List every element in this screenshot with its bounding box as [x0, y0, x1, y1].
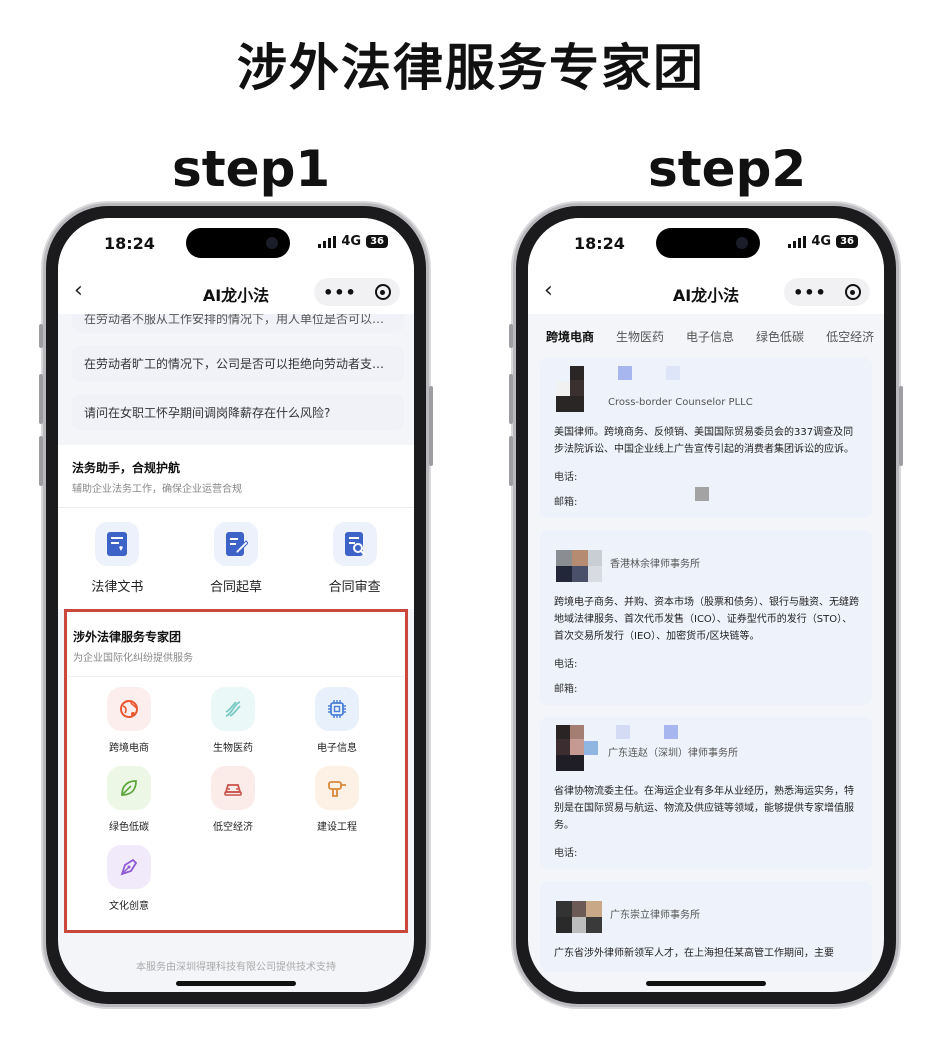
- expert-label: 文化创意: [109, 901, 149, 912]
- avatar: [554, 725, 678, 771]
- close-target-icon[interactable]: [844, 284, 861, 300]
- network-type: 4G: [341, 234, 362, 249]
- firm-name: Cross-border Counselor PLLC: [608, 397, 753, 408]
- avatar: [554, 901, 602, 933]
- expert-green-low-carbon[interactable]: 绿色低碳: [77, 766, 181, 833]
- avatar: [554, 366, 680, 412]
- email-row: 邮箱:: [554, 684, 578, 695]
- screen-step1: 18:24 4G 36 ‹ AI龙小法 ••• 在劳动者不服从工作安排的情况下，…: [58, 218, 414, 992]
- drill-icon: [315, 766, 359, 810]
- signal-icon: [318, 235, 337, 248]
- mini-program-capsule[interactable]: •••: [314, 278, 400, 306]
- lawyer-card[interactable]: 香港林余律师事务所 跨境电子商务、并购、资本市场（股票和债务）、银行与融资、无缝…: [540, 530, 872, 705]
- dna-icon: [211, 687, 255, 731]
- signal-icon: [788, 235, 807, 248]
- firm-description: 跨境电子商务、并购、资本市场（股票和债务）、银行与融资、无缝跨地域法律服务、首次…: [554, 597, 859, 642]
- firm-name: 广东崇立律师事务所: [610, 910, 700, 921]
- email-label: 邮箱:: [554, 497, 578, 508]
- expert-label: 跨境电商: [109, 743, 149, 754]
- battery-icon: 36: [366, 235, 388, 248]
- screen-step2: 18:24 4G 36 ‹ AI龙小法 ••• 跨境电商 生物医药 电子信息 绿…: [528, 218, 884, 992]
- assistant-section: 法务助手，合规护航 辅助企业法务工作，确保企业运营合规 法律文书 合同起草 合同…: [58, 445, 414, 609]
- expert-cross-border-ecommerce[interactable]: 跨境电商: [77, 687, 181, 754]
- dynamic-island: [656, 228, 760, 258]
- expert-low-altitude-economy[interactable]: 低空经济: [181, 766, 285, 833]
- tool-legal-document[interactable]: 法律文书: [67, 522, 167, 595]
- status-time: 18:24: [574, 234, 625, 253]
- category-tabs: 跨境电商 生物医药 电子信息 绿色低碳 低空经济: [528, 314, 884, 354]
- expert-cultural-creative[interactable]: 文化创意: [77, 845, 181, 912]
- network-type: 4G: [811, 234, 832, 249]
- tool-contract-review[interactable]: 合同审查: [305, 522, 405, 595]
- firm-description: 省律协物流委主任。在海运企业有多年从业经历，熟悉海运实务，特别是在国际贸易与航运…: [554, 786, 854, 831]
- question-card[interactable]: 在劳动者旷工的情况下，公司是否可以拒绝向劳动者支付…: [72, 345, 404, 382]
- mini-program-capsule[interactable]: •••: [784, 278, 870, 306]
- contract-draft-icon: [213, 522, 258, 566]
- lawyer-list[interactable]: Cross-border Counselor PLLC 美国律师。跨境商务、反倾…: [540, 358, 872, 984]
- firm-name: 广东连赵（深圳）律师事务所: [608, 748, 738, 759]
- tool-label: 合同审查: [328, 580, 381, 595]
- globe-cart-icon: [107, 687, 151, 731]
- home-indicator[interactable]: [646, 981, 766, 986]
- nav-bar: ‹ AI龙小法 •••: [528, 270, 884, 314]
- dynamic-island: [186, 228, 290, 258]
- assistant-title: 法务助手，合规护航: [72, 461, 181, 475]
- firm-name: 香港林余律师事务所: [610, 559, 700, 570]
- expert-label: 生物医药: [213, 743, 253, 754]
- aircraft-icon: [211, 766, 255, 810]
- leaf-icon: [107, 766, 151, 810]
- home-indicator[interactable]: [176, 981, 296, 986]
- tab-green-low-carbon[interactable]: 绿色低碳: [756, 314, 804, 354]
- expert-team-section: 涉外法律服务专家团 为企业国际化纠纷提供服务 跨境电商 生物医药 电子信息 绿色…: [64, 609, 408, 933]
- more-icon[interactable]: •••: [323, 283, 357, 302]
- more-icon[interactable]: •••: [793, 283, 827, 302]
- question-card[interactable]: 在劳动者不服从工作安排的情况下，用人单位是否可以解…: [72, 314, 404, 333]
- lawyer-card[interactable]: 广东崇立律师事务所 广东省涉外律师新领军人才，在上海担任某高管工作期间，主要: [540, 881, 872, 972]
- expert-construction[interactable]: 建设工程: [285, 766, 389, 833]
- tab-low-altitude-economy[interactable]: 低空经济: [826, 314, 874, 354]
- status-time: 18:24: [104, 234, 155, 253]
- expert-label: 电子信息: [317, 743, 357, 754]
- phone-step1: 18:24 4G 36 ‹ AI龙小法 ••• 在劳动者不服从工作安排的情况下，…: [39, 206, 433, 1004]
- assistant-subtitle: 辅助企业法务工作，确保企业运营合规: [72, 484, 242, 495]
- tool-contract-draft[interactable]: 合同起草: [186, 522, 286, 595]
- expert-title: 涉外法律服务专家团: [73, 630, 182, 644]
- avatar: [554, 550, 602, 582]
- expert-label: 低空经济: [213, 822, 253, 833]
- legal-document-icon: [95, 522, 140, 566]
- redacted-block: [695, 486, 710, 501]
- email-row: 邮箱:: [554, 486, 860, 508]
- chip-icon: [315, 687, 359, 731]
- close-target-icon[interactable]: [374, 284, 391, 300]
- tab-electronic-info[interactable]: 电子信息: [686, 314, 734, 354]
- expert-label: 绿色低碳: [109, 822, 149, 833]
- expert-biomedicine[interactable]: 生物医药: [181, 687, 285, 754]
- tool-label: 合同起草: [209, 580, 262, 595]
- step1-label: step1: [172, 140, 331, 198]
- lawyer-card[interactable]: Cross-border Counselor PLLC 美国律师。跨境商务、反倾…: [540, 358, 872, 518]
- phone-row: 电话:: [554, 659, 578, 670]
- question-card[interactable]: 请问在女职工怀孕期间调岗降薪存在什么风险?: [72, 394, 404, 431]
- battery-icon: 36: [836, 235, 858, 248]
- contract-review-icon: [332, 522, 377, 566]
- expert-electronic-info[interactable]: 电子信息: [285, 687, 389, 754]
- tab-biomedicine[interactable]: 生物医药: [616, 314, 664, 354]
- firm-description: 广东省涉外律师新领军人才，在上海担任某高管工作期间，主要: [554, 948, 834, 959]
- phone-row: 电话:: [554, 472, 578, 483]
- tab-cross-border-ecommerce[interactable]: 跨境电商: [546, 314, 594, 354]
- home-scroll[interactable]: 在劳动者不服从工作安排的情况下，用人单位是否可以解… 在劳动者旷工的情况下，公司…: [58, 314, 414, 992]
- lawyer-card[interactable]: 广东连赵（深圳）律师事务所 省律协物流委主任。在海运企业有多年从业经历，熟悉海运…: [540, 717, 872, 869]
- step2-label: step2: [648, 140, 807, 198]
- tool-label: 法律文书: [91, 580, 144, 595]
- phone-row: 电话:: [554, 848, 578, 859]
- expert-label: 建设工程: [317, 822, 357, 833]
- page-title: 涉外法律服务专家团: [237, 39, 705, 97]
- firm-description: 美国律师。跨境商务、反倾销、美国国际贸易委员会的337调查及同步法院诉讼、中国企…: [554, 427, 854, 455]
- nav-bar: ‹ AI龙小法 •••: [58, 270, 414, 314]
- phone-step2: 18:24 4G 36 ‹ AI龙小法 ••• 跨境电商 生物医药 电子信息 绿…: [509, 206, 903, 1004]
- pen-nib-icon: [107, 845, 151, 889]
- expert-subtitle: 为企业国际化纠纷提供服务: [73, 653, 193, 664]
